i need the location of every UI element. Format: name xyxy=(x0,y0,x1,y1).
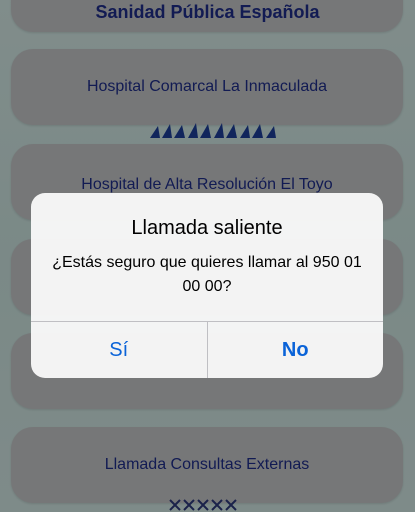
alert-title: Llamada saliente xyxy=(131,217,283,239)
alert-actions: Sí No xyxy=(31,321,383,378)
no-button[interactable]: No xyxy=(208,322,384,378)
alert-message: ¿Estás seguro que quieres llamar al 950 … xyxy=(52,254,362,295)
yes-button[interactable]: Sí xyxy=(31,322,207,378)
call-alert-dialog: Llamada saliente ¿Estás seguro que quier… xyxy=(31,193,383,378)
